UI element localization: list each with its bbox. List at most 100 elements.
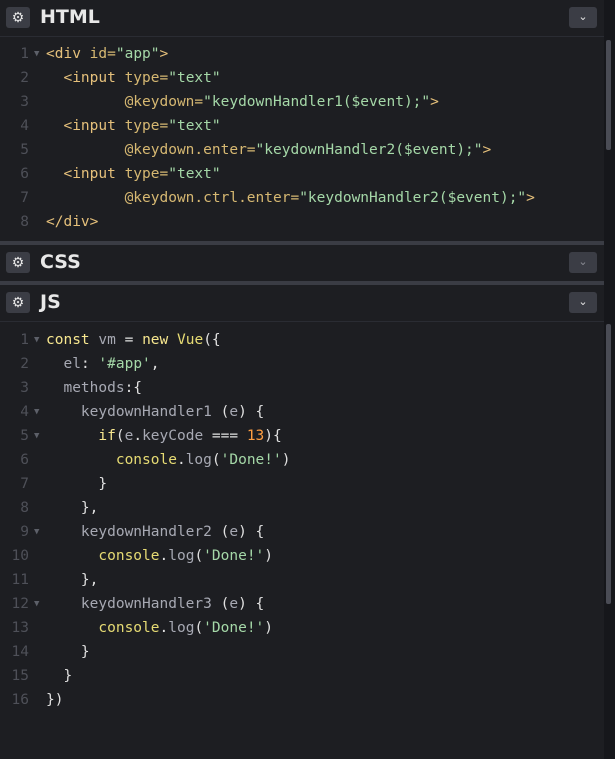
line-number: 6 [20,452,29,468]
code-line[interactable]: 7 } [0,472,590,496]
code-token: log [168,620,195,636]
fold-arrow-icon[interactable]: ▼ [34,400,39,424]
fold-arrow-icon[interactable]: ▼ [34,592,39,616]
code-text: }, [46,568,98,592]
code-line[interactable]: 6 <input type="text" [0,162,590,186]
html-editor-scrollbar[interactable] [606,40,611,150]
line-number: 16 [11,692,29,708]
code-token: methods [63,380,125,396]
code-line[interactable]: 10 console.log('Done!') [0,544,590,568]
code-token: id= [89,46,116,62]
code-token: e [229,404,239,420]
code-token: Vue [176,332,204,348]
code-line[interactable]: 3 @keydown="keydownHandler1($event);"> [0,90,590,114]
code-line[interactable]: 5 ▼ if(e.keyCode === 13){ [0,424,590,448]
code-text: <input type="text" [46,162,221,186]
js-panel-header[interactable]: ⚙ JS ⌄ [0,285,604,322]
code-token: <div [46,46,90,62]
code-token: ) { [238,404,265,420]
code-token: 'Done!' [203,548,265,564]
html-code-editor[interactable]: 1 ▼ <div id="app"> 2 <input type="text" 3 @k… [0,37,604,241]
code-line[interactable]: 14 } [0,640,590,664]
css-panel-header[interactable]: ⚙ CSS ⌄ [0,245,604,282]
code-token: > [482,142,492,158]
code-token: @keydown= [124,94,204,110]
css-collapse-chevron-icon[interactable]: ⌄ [569,252,597,273]
html-collapse-chevron-icon[interactable]: ⌄ [569,7,597,28]
fold-arrow-icon[interactable]: ▼ [34,424,39,448]
code-line[interactable]: 13 console.log('Done!') [0,616,590,640]
html-panel-header[interactable]: ⚙ HTML ⌄ [0,0,604,37]
code-token: "text" [168,70,221,86]
line-number: 8 [20,500,29,516]
css-panel-title: CSS [40,251,81,273]
code-line[interactable]: 6 console.log('Done!') [0,448,590,472]
code-token: , [150,356,160,372]
line-number: 13 [11,620,29,636]
html-settings-gear-icon[interactable]: ⚙ [6,7,30,28]
code-line[interactable]: 7 @keydown.ctrl.enter="keydownHandler2($… [0,186,590,210]
line-number: 3 [20,94,29,110]
code-line[interactable]: 12 ▼ keydownHandler3 (e) { [0,592,590,616]
js-code-editor[interactable]: 1 ▼ const vm = new Vue({2 el: '#app', 3 met… [0,322,604,759]
fold-arrow-icon[interactable]: ▼ [34,328,39,352]
code-line[interactable]: 1 ▼ const vm = new Vue({ [0,328,590,352]
code-line[interactable]: 9 ▼ keydownHandler2 (e) { [0,520,590,544]
fold-arrow-icon[interactable]: ▼ [34,520,39,544]
js-collapse-chevron-icon[interactable]: ⌄ [569,292,597,313]
line-number: 3 [20,380,29,396]
js-settings-gear-icon[interactable]: ⚙ [6,292,30,313]
code-text: @keydown="keydownHandler1($event);"> [46,90,439,114]
code-text: const vm = new Vue({ [46,328,221,352]
code-line[interactable]: 16}) [0,688,590,712]
js-editor-scrollbar[interactable] [606,324,611,604]
code-token: 'Done!' [203,620,265,636]
code-text: @keydown.ctrl.enter="keydownHandler2($ev… [46,186,535,210]
code-token: }, [46,572,99,588]
code-line[interactable]: 4 <input type="text" [0,114,590,138]
css-settings-gear-icon[interactable]: ⚙ [6,252,30,273]
code-token: "text" [168,166,221,182]
code-token: > [526,190,535,206]
code-text: <input type="text" [46,114,220,138]
code-line[interactable]: 1 ▼ <div id="app"> [0,42,590,66]
code-token: ( [115,428,125,444]
code-token: ) { [238,596,265,612]
code-line[interactable]: 2 <input type="text" [0,66,590,90]
code-token: } [46,668,73,684]
code-line[interactable]: 5 @keydown.enter="keydownHandler2($event… [0,138,590,162]
code-token: > [159,46,169,62]
code-token: </div> [46,214,99,230]
line-number: 4 [20,404,29,420]
code-token: e [229,524,239,540]
code-line[interactable]: 3 methods:{ [0,376,590,400]
code-token: @keydown.ctrl.enter= [124,190,300,206]
code-token: if [98,428,116,444]
code-token: . [133,428,143,444]
code-token: @keydown.enter= [124,142,256,158]
code-line[interactable]: 11 }, [0,568,590,592]
code-line[interactable]: 8 }, [0,496,590,520]
line-number: 14 [11,644,29,660]
code-line[interactable]: 2 el: '#app', [0,352,590,376]
code-token: keydownHandler2 [80,524,221,540]
code-text: <input type="text" [46,66,221,90]
line-number: 8 [20,214,29,230]
code-token: console [115,452,177,468]
code-line[interactable]: 8 </div> [0,210,590,234]
code-token: ){ [264,428,282,444]
code-text: el: '#app', [46,352,160,376]
code-token: }, [46,500,99,516]
code-text: console.log('Done!') [46,616,273,640]
code-token: ( [211,452,221,468]
code-text: keydownHandler3 (e) { [46,592,264,616]
line-number: 7 [20,476,29,492]
code-line[interactable]: 15 } [0,664,590,688]
fold-arrow-icon[interactable]: ▼ [34,42,39,66]
code-line[interactable]: 4 ▼ keydownHandler1 (e) { [0,400,590,424]
